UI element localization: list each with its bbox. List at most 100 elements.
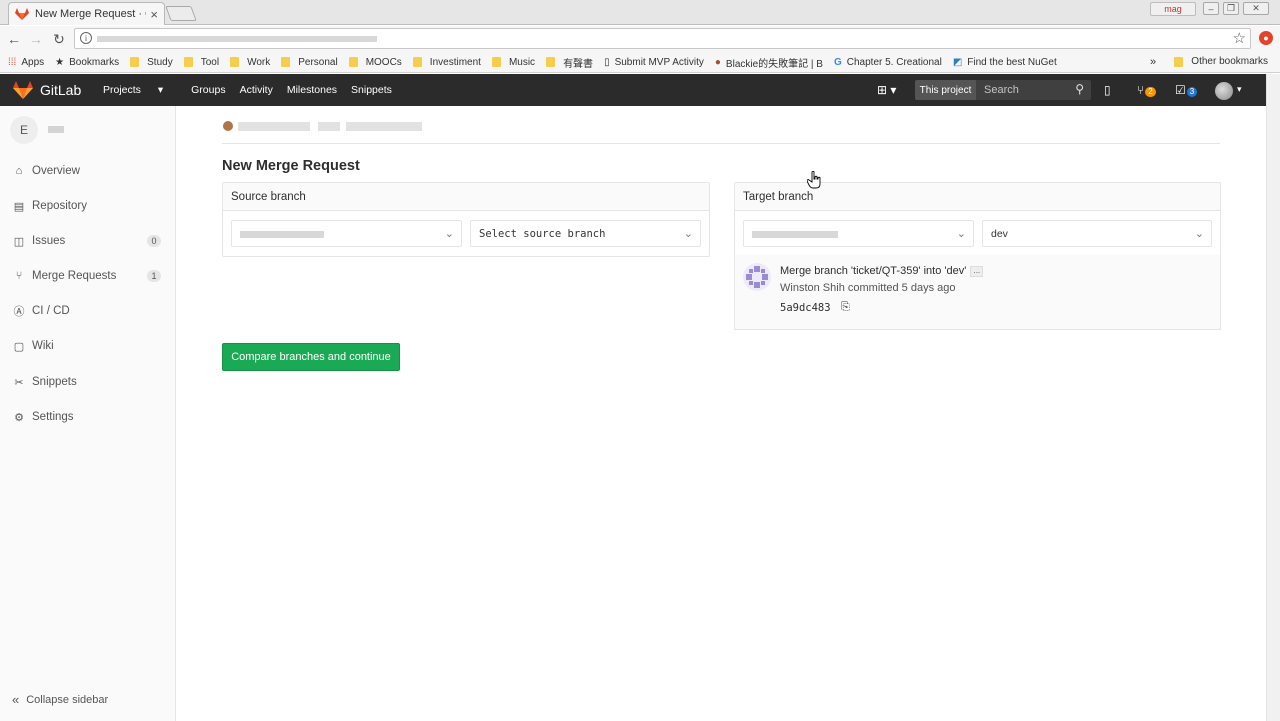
bookmarks-bar: ⁞⁞⁞ Apps ★ Bookmarks Study Tool Work Per… xyxy=(0,52,1280,73)
bookmark-moocs[interactable]: MOOCs xyxy=(348,57,402,68)
source-branch-dropdown[interactable]: Select source branch ⌄ xyxy=(470,220,701,247)
project-avatar[interactable]: E xyxy=(10,116,38,144)
new-tab-button[interactable] xyxy=(165,6,197,21)
sidebar-item-overview[interactable]: ⌂ Overview xyxy=(0,156,175,186)
bookmark-music[interactable]: Music xyxy=(491,57,535,68)
nav-milestones[interactable]: Milestones xyxy=(287,84,337,96)
sidebar-item-ci-cd[interactable]: Ⓐ CI / CD xyxy=(0,296,175,326)
commit-sha[interactable]: 5a9dc483 xyxy=(780,302,831,314)
more-bookmarks-icon[interactable]: » xyxy=(1150,56,1156,68)
merge-icon: ⑂ xyxy=(15,270,23,282)
folder-icon xyxy=(183,57,193,67)
browser-tab[interactable]: New Merge Request · CA × xyxy=(8,2,165,25)
todos-count-badge: 3 xyxy=(1186,87,1198,97)
nav-groups[interactable]: Groups xyxy=(191,84,225,96)
sidebar-item-issues[interactable]: ◫ Issues 0 xyxy=(0,226,175,256)
close-window-button[interactable]: ✕ xyxy=(1243,2,1269,15)
merge-request-icon: ⑂ xyxy=(1137,83,1145,97)
sidebar-item-merge-requests[interactable]: ⑂ Merge Requests 1 xyxy=(0,261,175,291)
nav-activity[interactable]: Activity xyxy=(240,84,273,96)
folder-icon xyxy=(412,57,422,67)
folder-icon xyxy=(281,57,291,67)
folder-icon xyxy=(546,57,556,67)
nav-projects[interactable]: Projects ▾ xyxy=(103,84,177,96)
compare-branches-button[interactable]: Compare branches and continue xyxy=(222,343,400,371)
profile-button[interactable]: mag xyxy=(1150,2,1196,16)
doc-icon: ▤ xyxy=(13,200,25,213)
back-icon[interactable]: ← xyxy=(5,30,23,48)
restore-button[interactable]: ❐ xyxy=(1223,2,1239,15)
todo-check-icon: ☑ xyxy=(1175,83,1186,97)
bookmark-apps[interactable]: ⁞⁞⁞ Apps xyxy=(8,57,44,68)
chevron-down-icon[interactable]: ▾ xyxy=(1237,84,1242,95)
tab-close-icon[interactable]: × xyxy=(150,7,158,22)
gear-icon: ⚙ xyxy=(14,411,24,424)
project-sidebar: E ⌂ Overview ▤ Repository ◫ Issues 0 ⑂ M… xyxy=(0,106,176,721)
gitlab-brand[interactable]: GitLab xyxy=(40,82,81,98)
forward-icon[interactable]: → xyxy=(27,30,45,48)
source-project-dropdown[interactable]: ⌄ xyxy=(231,220,462,247)
bookmark-work[interactable]: Work xyxy=(230,57,270,68)
scissors-icon: ✂ xyxy=(14,376,24,389)
chevron-down-icon: ⌄ xyxy=(444,227,454,240)
chevron-down-icon: ⌄ xyxy=(956,227,966,240)
commit-author[interactable]: Winston Shih xyxy=(780,282,845,294)
target-project-dropdown[interactable]: ⌄ xyxy=(743,220,974,247)
breadcrumb-divider xyxy=(222,143,1220,144)
bookmark-bookmarks[interactable]: ★ Bookmarks xyxy=(55,57,119,68)
home-icon: ⌂ xyxy=(15,165,23,177)
project-name-redacted[interactable] xyxy=(48,126,64,133)
minimize-button[interactable]: – xyxy=(1203,2,1219,15)
gitlab-favicon-icon xyxy=(15,8,29,20)
page-icon: ▯ xyxy=(604,56,610,68)
sidebar-item-repository[interactable]: ▤ Repository xyxy=(0,191,175,221)
breadcrumb-redacted[interactable] xyxy=(238,122,310,131)
sidebar-item-snippets[interactable]: ✂ Snippets xyxy=(0,367,175,397)
folder-icon xyxy=(1174,56,1184,67)
breadcrumb-avatar xyxy=(223,121,233,131)
bookmark-blackie[interactable]: ● Blackie的失敗筆記 | B xyxy=(715,55,823,70)
bookmark-tool[interactable]: Tool xyxy=(183,57,219,68)
page-scrollbar[interactable] xyxy=(1266,74,1280,721)
user-avatar[interactable] xyxy=(1215,82,1233,100)
book-icon: ▢ xyxy=(13,340,25,353)
sidebar-item-wiki[interactable]: ▢ Wiki xyxy=(0,331,175,361)
bookmark-investiment[interactable]: Investiment xyxy=(412,57,481,68)
search-input[interactable]: Search ⚲ xyxy=(976,80,1091,100)
sidebar-toggle-icon[interactable]: ▯ xyxy=(1104,83,1111,97)
target-project-redacted xyxy=(752,231,838,238)
search-scope-badge[interactable]: This project xyxy=(915,80,976,100)
sidebar-item-settings[interactable]: ⚙ Settings xyxy=(0,402,175,432)
breadcrumb-redacted[interactable] xyxy=(346,122,422,131)
gitlab-logo-icon[interactable] xyxy=(13,81,33,99)
breadcrumb-redacted[interactable] xyxy=(318,122,340,131)
new-dropdown-plus-icon[interactable]: ⊞ ▾ xyxy=(877,83,896,97)
commit-title[interactable]: Merge branch 'ticket/QT-359' into 'dev'.… xyxy=(780,265,984,277)
nav-snippets[interactable]: Snippets xyxy=(351,84,392,96)
info-icon[interactable]: i xyxy=(80,32,92,44)
copy-sha-icon[interactable]: ⎘ xyxy=(841,301,850,314)
source-branch-heading: Source branch xyxy=(223,183,709,211)
bookmark-personal[interactable]: Personal xyxy=(281,57,338,68)
merge-requests-header[interactable]: ⑂ 2 xyxy=(1137,83,1156,97)
url-input[interactable]: i ☆ xyxy=(74,28,1251,49)
bookmark-audiobooks[interactable]: 有聲書 xyxy=(546,55,593,70)
target-branch-panel: Target branch ⌄ dev ⌄ xyxy=(734,182,1221,256)
todos-header[interactable]: ☑ 3 xyxy=(1175,83,1198,97)
bookmark-study[interactable]: Study xyxy=(130,57,173,68)
extension-icon[interactable]: ● xyxy=(1259,31,1273,45)
bookmark-submit-mvp[interactable]: ▯ Submit MVP Activity xyxy=(604,57,704,68)
bookmark-star-icon[interactable]: ☆ xyxy=(1233,29,1246,47)
top-nav: Projects ▾ Groups Activity Milestones Sn… xyxy=(103,84,406,96)
reload-icon[interactable]: ↻ xyxy=(50,30,68,48)
bookmark-nuget[interactable]: ◩ Find the best NuGet xyxy=(953,57,1057,68)
target-branch-dropdown[interactable]: dev ⌄ xyxy=(982,220,1212,247)
other-bookmarks[interactable]: Other bookmarks xyxy=(1174,56,1268,67)
hand-cursor-icon xyxy=(807,171,821,189)
google-icon: G xyxy=(833,56,842,68)
collapse-sidebar-button[interactable]: « Collapse sidebar xyxy=(12,692,108,707)
bookmark-chapter5[interactable]: G Chapter 5. Creational xyxy=(834,57,942,68)
chevron-down-icon: ⌄ xyxy=(683,227,693,240)
url-text-redacted xyxy=(97,36,377,42)
commit-expand-button[interactable]: ... xyxy=(970,265,984,277)
